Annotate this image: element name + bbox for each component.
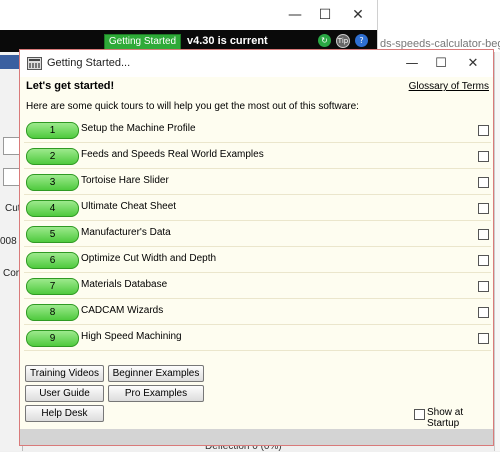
close-icon[interactable]: ✕ <box>343 0 373 30</box>
version-status: v4.30 is current <box>187 35 268 47</box>
tour-1-checkbox[interactable] <box>478 125 489 136</box>
tour-row: 8 CADCAM Wizards <box>24 300 491 325</box>
tour-5-checkbox[interactable] <box>478 229 489 240</box>
tour-label: Materials Database <box>81 279 168 290</box>
tour-row: 4 Ultimate Cheat Sheet <box>24 196 491 221</box>
glossary-link[interactable]: Glossary of Terms <box>409 81 489 92</box>
tour-label: Optimize Cut Width and Depth <box>81 253 217 264</box>
tour-label: Setup the Machine Profile <box>81 123 196 134</box>
getting-started-button[interactable]: Getting Started <box>104 34 181 50</box>
tour-6-button[interactable]: 6 <box>26 252 79 269</box>
background-label: 008 <box>0 236 17 247</box>
maximize-icon[interactable]: ☐ <box>310 0 340 30</box>
refresh-icon[interactable]: ↻ <box>318 34 331 47</box>
tour-2-button[interactable]: 2 <box>26 148 79 165</box>
tour-3-checkbox[interactable] <box>478 177 489 188</box>
tour-label: High Speed Machining <box>81 331 182 342</box>
tour-row: 7 Materials Database <box>24 274 491 299</box>
tour-9-button[interactable]: 9 <box>26 330 79 347</box>
getting-started-dialog: Getting Started... — ☐ ✕ Let's get start… <box>19 49 494 446</box>
show-at-startup-label: Show at Startup <box>427 407 464 429</box>
tour-row: 6 Optimize Cut Width and Depth <box>24 248 491 273</box>
background-window-titlebar: — ☐ ✕ <box>0 0 380 31</box>
tour-4-button[interactable]: 4 <box>26 200 79 217</box>
tour-row: 5 Manufacturer's Data <box>24 222 491 247</box>
tour-row: 9 High Speed Machining <box>24 326 491 351</box>
background-right-edge <box>494 52 500 451</box>
tour-label: Manufacturer's Data <box>81 227 171 238</box>
tour-label: Ultimate Cheat Sheet <box>81 201 177 212</box>
page-heading: Let's get started! <box>26 80 115 92</box>
show-at-startup-checkbox[interactable] <box>414 409 425 420</box>
tour-5-button[interactable]: 5 <box>26 226 79 243</box>
dialog-titlebar: Getting Started... — ☐ ✕ <box>20 50 493 77</box>
tour-6-checkbox[interactable] <box>478 255 489 266</box>
minimize-icon[interactable]: — <box>398 50 426 77</box>
tour-label: Feeds and Speeds Real World Examples <box>81 149 264 160</box>
tour-4-checkbox[interactable] <box>478 203 489 214</box>
minimize-icon[interactable]: — <box>280 0 310 30</box>
tour-8-button[interactable]: 8 <box>26 304 79 321</box>
training-videos-button[interactable]: Training Videos <box>25 365 104 382</box>
app-window-icon <box>27 57 42 70</box>
tour-7-checkbox[interactable] <box>478 281 489 292</box>
tour-row: 3 Tortoise Hare Slider <box>24 170 491 195</box>
close-icon[interactable]: ✕ <box>459 50 487 77</box>
tour-9-checkbox[interactable] <box>478 333 489 344</box>
tour-7-button[interactable]: 7 <box>26 278 79 295</box>
intro-text: Here are some quick tours to will help y… <box>26 101 359 112</box>
help-desk-button[interactable]: Help Desk <box>25 405 104 422</box>
tour-label: Tortoise Hare Slider <box>81 175 169 186</box>
maximize-icon[interactable]: ☐ <box>427 50 455 77</box>
tour-row: 2 Feeds and Speeds Real World Examples <box>24 144 491 169</box>
beginner-examples-button[interactable]: Beginner Examples <box>108 365 204 382</box>
tour-3-button[interactable]: 3 <box>26 174 79 191</box>
help-icon[interactable]: ? <box>355 34 368 47</box>
tour-label: CADCAM Wizards <box>81 305 164 316</box>
pro-examples-button[interactable]: Pro Examples <box>108 385 204 402</box>
dialog-status-bar <box>20 429 493 445</box>
tour-row: 1 Setup the Machine Profile <box>24 118 491 143</box>
tour-2-checkbox[interactable] <box>478 151 489 162</box>
tip-icon[interactable]: Tip <box>336 34 350 48</box>
dialog-title: Getting Started... <box>47 57 131 69</box>
tour-8-checkbox[interactable] <box>478 307 489 318</box>
user-guide-button[interactable]: User Guide <box>25 385 104 402</box>
tour-1-button[interactable]: 1 <box>26 122 79 139</box>
